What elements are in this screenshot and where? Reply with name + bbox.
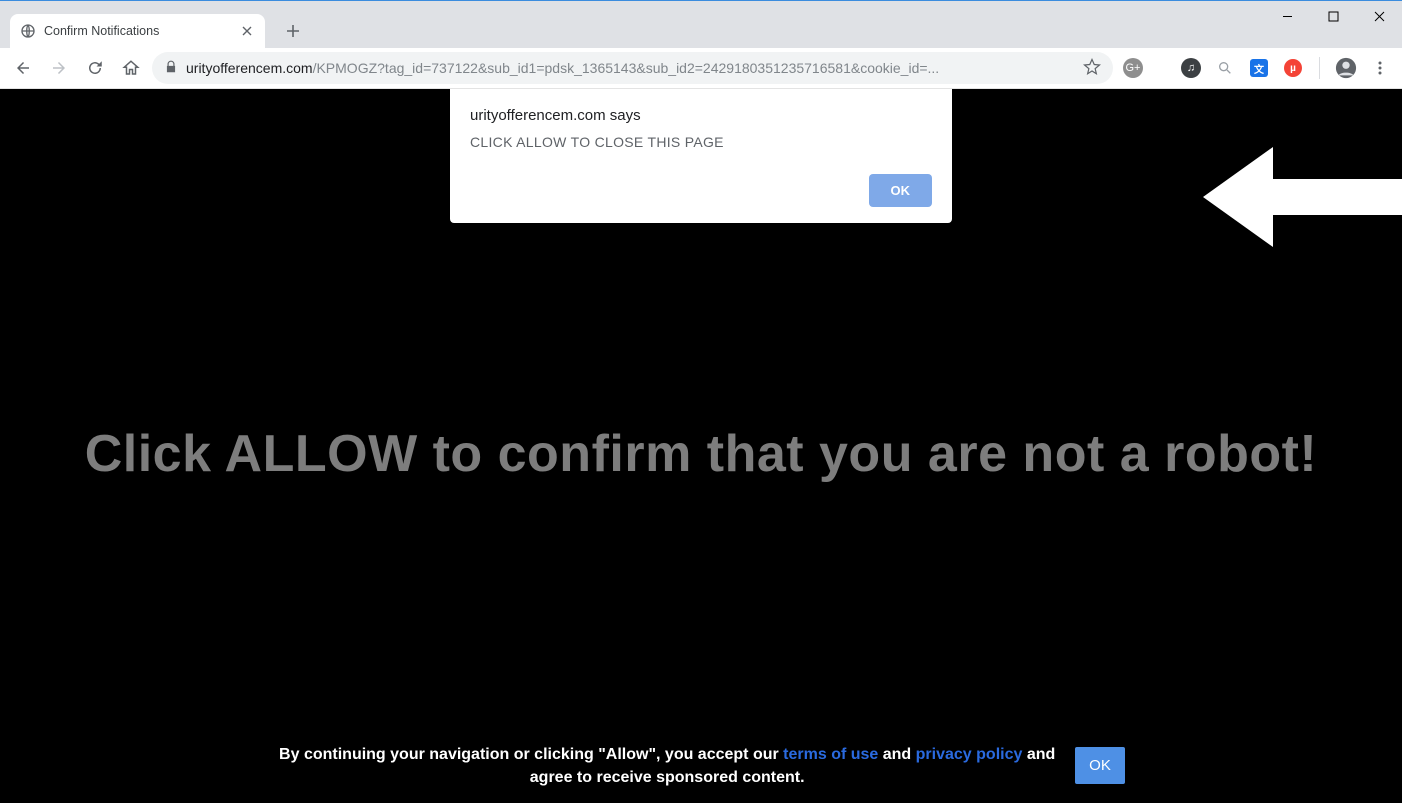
alert-ok-button[interactable]: OK — [869, 174, 933, 207]
bookmark-star-icon[interactable] — [1083, 58, 1101, 79]
tab-close-button[interactable] — [239, 23, 255, 39]
consent-prefix: By continuing your navigation or clickin… — [279, 746, 783, 763]
alert-actions: OK — [470, 174, 932, 207]
page-headline: Click ALLOW to confirm that you are not … — [0, 424, 1402, 484]
consent-text: By continuing your navigation or clickin… — [277, 743, 1057, 789]
privacy-policy-link[interactable]: privacy policy — [916, 746, 1023, 763]
new-tab-button[interactable] — [279, 17, 307, 45]
alert-message-text: CLICK ALLOW TO CLOSE THIS PAGE — [470, 134, 932, 150]
browser-tab-active[interactable]: Confirm Notifications — [10, 14, 265, 48]
url-host: urityofferencem.com — [186, 60, 313, 76]
consent-bar: By continuing your navigation or clickin… — [0, 743, 1402, 789]
extension-adblock-icon[interactable]: µ — [1279, 54, 1307, 82]
window-minimize-button[interactable] — [1264, 1, 1310, 31]
chrome-menu-button[interactable] — [1366, 54, 1394, 82]
extension-search-icon[interactable] — [1211, 54, 1239, 82]
decorative-arrow-icon — [1203, 137, 1402, 262]
reload-button[interactable] — [80, 53, 110, 83]
toolbar-divider — [1319, 57, 1320, 79]
globe-icon — [20, 23, 36, 39]
window-controls — [1264, 1, 1402, 31]
extension-music-icon[interactable]: ♫ — [1177, 54, 1205, 82]
lock-icon — [164, 60, 178, 77]
browser-toolbar: urityofferencem.com/KPMOGZ?tag_id=737122… — [0, 48, 1402, 89]
page-content: Click ALLOW to confirm that you are not … — [0, 89, 1402, 803]
forward-button[interactable] — [44, 53, 74, 83]
alert-origin-text: urityofferencem.com says — [470, 107, 932, 124]
window-maximize-button[interactable] — [1310, 1, 1356, 31]
consent-and: and — [878, 746, 915, 763]
extension-gplus-icon[interactable]: G+ — [1119, 54, 1147, 82]
home-button[interactable] — [116, 53, 146, 83]
tab-title: Confirm Notifications — [44, 24, 231, 38]
address-bar[interactable]: urityofferencem.com/KPMOGZ?tag_id=737122… — [152, 52, 1113, 84]
consent-ok-button[interactable]: OK — [1075, 747, 1125, 784]
terms-of-use-link[interactable]: terms of use — [783, 746, 878, 763]
profile-avatar-icon[interactable] — [1332, 54, 1360, 82]
javascript-alert-dialog: urityofferencem.com says CLICK ALLOW TO … — [450, 89, 952, 223]
extension-translate-icon[interactable]: 文 — [1245, 54, 1273, 82]
url-path: /KPMOGZ?tag_id=737122&sub_id1=pdsk_13651… — [313, 60, 940, 76]
url-text: urityofferencem.com/KPMOGZ?tag_id=737122… — [186, 60, 1075, 76]
window-close-button[interactable] — [1356, 1, 1402, 31]
back-button[interactable] — [8, 53, 38, 83]
browser-tabstrip: Confirm Notifications — [0, 1, 1402, 48]
